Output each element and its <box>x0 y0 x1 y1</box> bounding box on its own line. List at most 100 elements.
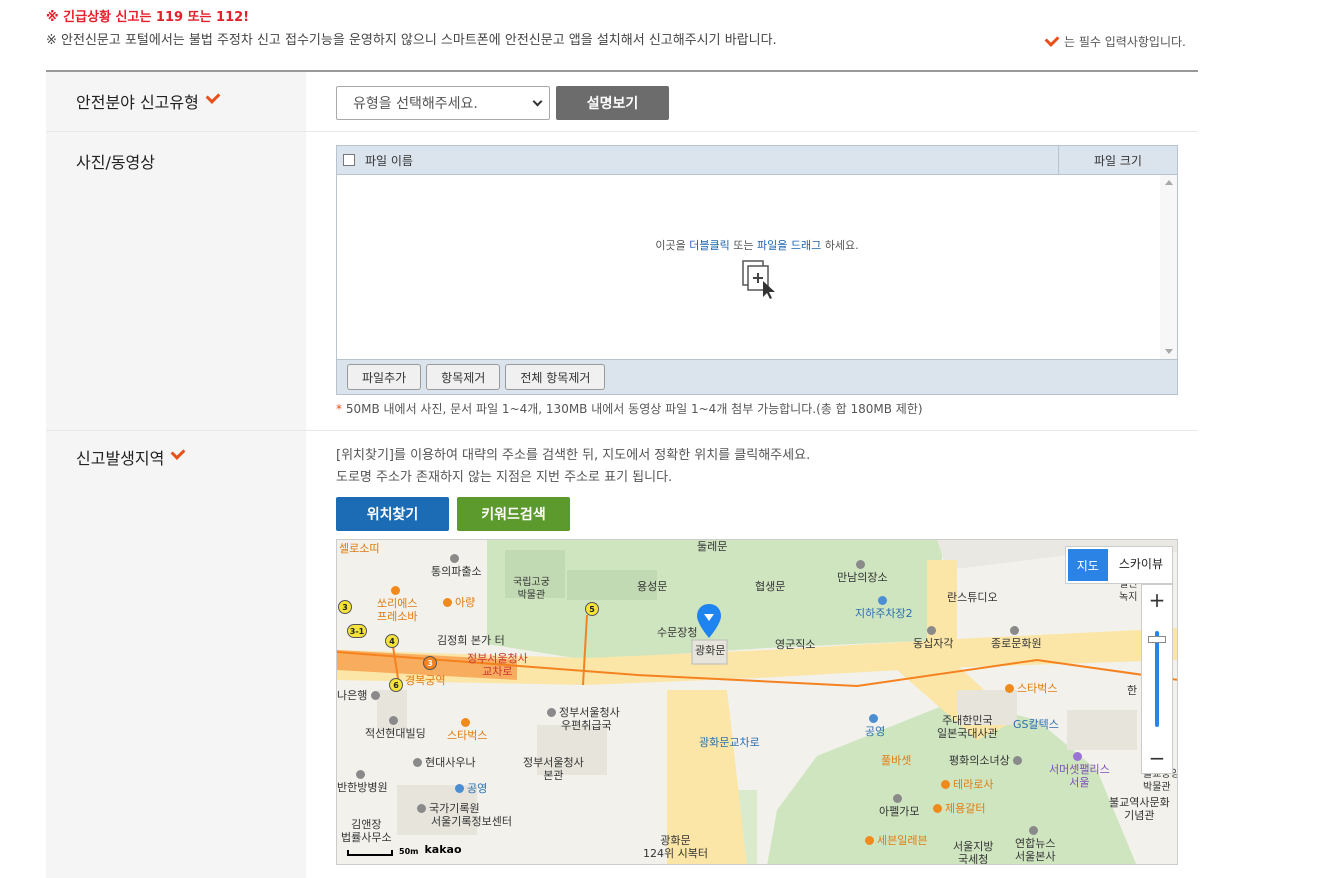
map-poi[interactable]: 스타벅스 <box>1005 682 1057 695</box>
map-poi[interactable]: 영군직소 <box>775 638 815 651</box>
map-poi[interactable]: 아량 <box>443 596 475 609</box>
map-poi-label: 교차로 <box>482 665 513 678</box>
chevron-down-icon <box>532 96 543 106</box>
map-poi[interactable]: 둘레문 <box>697 540 727 553</box>
zoom-out-button[interactable]: − <box>1142 743 1172 773</box>
report-type-select-value: 유형을 선택해주세요. <box>353 96 478 112</box>
map-poi[interactable]: 정부서울청사 교차로 <box>467 652 528 678</box>
map-poi[interactable]: 쏘리에스 프레소바 <box>377 584 417 623</box>
map-poi[interactable]: 공영 <box>865 712 885 738</box>
col-file-size[interactable]: 파일 크기 <box>1059 152 1177 169</box>
map-poi[interactable]: 종로문화원 <box>991 624 1042 650</box>
map-poi[interactable]: 현대사우나 <box>413 756 476 769</box>
subway-exit-icon[interactable]: 5 <box>585 602 599 616</box>
subway-exit-icon[interactable]: 3 <box>423 656 437 670</box>
map-poi[interactable]: 서울지방 국세청 <box>953 840 994 864</box>
map-poi[interactable]: 불교역사문화 기념관 <box>1109 796 1170 822</box>
keyword-search-button[interactable]: 키워드검색 <box>457 497 570 531</box>
map-poi[interactable]: 정부서울청사 우편취급국 <box>547 706 620 732</box>
map-poi[interactable]: GS칼텍스 <box>1013 718 1059 731</box>
map-poi[interactable]: 세븐일레븐 <box>865 834 928 847</box>
location-pin-icon[interactable] <box>695 602 723 642</box>
location-buttons: 위치찾기 키워드검색 <box>336 497 1198 531</box>
map-poi[interactable]: 풀바셋 <box>881 754 911 767</box>
map-poi[interactable]: 적선현대빌딩 <box>365 714 426 740</box>
remove-item-button[interactable]: 항목제거 <box>426 364 501 390</box>
col-file-name[interactable]: 파일 이름 <box>365 146 1059 174</box>
map-poi[interactable]: 통의파출소 <box>431 552 482 578</box>
map-poi[interactable]: 광화문교차로 <box>699 736 760 749</box>
map-poi-label: 프레소바 <box>377 610 418 623</box>
map-poi[interactable]: 셀로소띠 <box>339 542 379 555</box>
subway-exit-icon[interactable]: 6 <box>389 678 403 692</box>
map-poi-label: 124위 시복터 <box>643 847 708 860</box>
map-poi[interactable]: 정부서울청사 본관 <box>523 756 584 782</box>
describe-button[interactable]: 설명보기 <box>556 86 669 120</box>
map-poi[interactable]: 만남의장소 <box>837 558 888 584</box>
hint-mid: 또는 <box>729 239 757 252</box>
map-poi[interactable]: 공영 <box>455 782 487 795</box>
map-poi[interactable]: 수문장청 <box>657 626 697 639</box>
subway-exit-icon[interactable]: 3-1 <box>347 624 367 638</box>
zoom-in-button[interactable]: + <box>1142 585 1172 615</box>
map-poi[interactable]: 서머셋팰리스 서울 <box>1049 750 1110 789</box>
required-note: 는 필수 입력사항입니다. <box>1044 32 1186 50</box>
scroll-up-icon[interactable] <box>1165 180 1173 185</box>
report-type-select[interactable]: 유형을 선택해주세요. <box>336 86 550 120</box>
row-photo: 사진/동영상 파일 이름 파일 크기 이곳을 더블클릭 또는 파일을 드래그 하… <box>46 132 1198 431</box>
map-poi-label: 정부서울청사 <box>559 706 620 719</box>
building-icon <box>1010 626 1020 635</box>
map-poi[interactable]: 란스튜디오 <box>947 591 998 604</box>
map-poi[interactable]: 국립고궁 박물관 <box>513 576 550 602</box>
location-map[interactable]: 셀로소띠 둘레문 통의파출소 국립고궁 박물관 용성문 협생문 만남의장소 지하주… <box>336 539 1178 865</box>
map-poi[interactable]: 한 <box>1127 684 1137 697</box>
location-desc-2: 도로명 주소가 존재하지 않는 지점은 지번 주소로 표기 됩니다. <box>336 470 673 485</box>
file-uploader[interactable]: 파일 이름 파일 크기 이곳을 더블클릭 또는 파일을 드래그 하세요. 파일추… <box>336 145 1178 395</box>
drop-zone[interactable]: 이곳을 더블클릭 또는 파일을 드래그 하세요. <box>337 175 1177 360</box>
hint-prefix: 이곳을 <box>655 239 690 252</box>
map-poi[interactable]: 평화의소녀상 <box>949 754 1025 767</box>
map-poi[interactable]: 국가기록원 서울기록정보센터 <box>417 802 512 828</box>
building-icon <box>389 716 399 725</box>
map-poi[interactable]: 광화문 124위 시복터 <box>643 834 708 860</box>
map-poi[interactable]: 나은행 <box>337 689 383 702</box>
skyview-button[interactable]: 스카이뷰 <box>1110 547 1172 579</box>
map-poi[interactable]: 광화문 <box>695 644 725 657</box>
zoom-slider-handle[interactable] <box>1148 636 1166 643</box>
map-poi[interactable]: 아펠가모 <box>879 792 919 818</box>
map-poi[interactable]: 주대한민국 일본국대사관 <box>937 714 998 740</box>
scale-label: 50m <box>399 847 419 856</box>
map-poi-label: 동십자각 <box>913 637 954 650</box>
map-poi-label: 박물관 <box>1143 782 1171 793</box>
note-star: * <box>336 402 342 416</box>
map-poi[interactable]: 제용갈터 <box>933 802 985 815</box>
zoom-slider-track[interactable] <box>1155 631 1159 727</box>
map-poi[interactable]: 지하주차장2 <box>855 594 913 620</box>
remove-all-button[interactable]: 전체 항목제거 <box>505 364 606 390</box>
find-location-button[interactable]: 위치찾기 <box>336 497 449 531</box>
map-poi[interactable]: 김앤장 법률사무소 <box>341 818 392 844</box>
scale-bar <box>347 850 393 856</box>
map-poi[interactable]: 반한방병원 <box>337 768 388 794</box>
kakao-logo: kakao <box>424 843 462 856</box>
police-icon <box>450 554 460 563</box>
convenience-store-icon <box>865 836 874 845</box>
map-poi-label: 서울지방 <box>953 840 994 853</box>
cafe-icon <box>391 586 401 595</box>
subway-exit-icon[interactable]: 4 <box>385 634 399 648</box>
map-view-button[interactable]: 지도 <box>1067 549 1108 581</box>
map-poi[interactable]: 김정희 본가 터 <box>437 634 505 647</box>
add-file-button[interactable]: 파일추가 <box>347 364 422 390</box>
map-poi[interactable]: 협생문 <box>755 580 785 593</box>
select-all-checkbox[interactable] <box>343 154 355 166</box>
map-poi-label: 김앤장 <box>351 818 382 831</box>
subway-exit-icon[interactable]: 3 <box>338 600 352 614</box>
map-poi[interactable]: 테라로사 <box>941 778 993 791</box>
map-poi[interactable]: 용성문 <box>637 580 667 593</box>
uploader-scrollbar[interactable] <box>1160 175 1177 359</box>
map-poi[interactable]: 동십자각 <box>913 624 953 650</box>
map-poi[interactable]: 경복궁역 <box>405 674 445 687</box>
scroll-down-icon[interactable] <box>1165 349 1173 354</box>
map-poi[interactable]: 연합뉴스 서울본사 <box>1015 824 1055 863</box>
map-poi[interactable]: 스타벅스 <box>447 716 487 742</box>
